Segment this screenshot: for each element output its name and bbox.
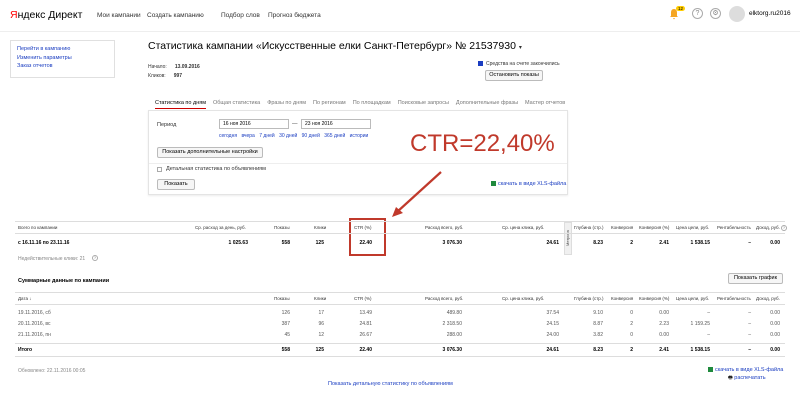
sort-by-spend[interactable]: Расход всего, руб. (425, 296, 463, 301)
table-cell: 0.00 (659, 310, 669, 316)
table-cell: 2 (630, 347, 633, 353)
table-cell: 8.23 (593, 347, 603, 353)
table-cell: 2 (630, 321, 633, 327)
table-cell: 2.41 (659, 347, 669, 353)
table-cell: 125 (315, 347, 324, 353)
table-cell: – (748, 347, 751, 353)
table-cell: 24.61 (546, 347, 559, 353)
table-cell: 9.10 (593, 310, 603, 316)
table-cell: 24.15 (546, 321, 559, 327)
table-cell: 558 (281, 347, 290, 353)
show-chart-button[interactable]: Показать график (728, 273, 783, 284)
table-cell: 24.00 (546, 332, 559, 338)
sort-arrow-icon: ↓ (29, 296, 32, 301)
row-label: 21.11.2016, пн (18, 332, 51, 338)
sort-by-goal-cost[interactable]: Цена цели, руб. (676, 296, 709, 301)
footer-xls-link[interactable]: скачать в виде XLS-файла (708, 367, 783, 373)
sort-by-conversion[interactable]: Конверсия (611, 296, 633, 301)
row-label: 20.11.2016, вс (18, 321, 51, 327)
table-cell: 1 538.15 (690, 347, 710, 353)
table-cell: – (748, 321, 751, 327)
table-cell: 0 (630, 332, 633, 338)
sort-by-cpc[interactable]: Ср. цена клика, руб. (502, 296, 544, 301)
table-cell: 3 076.30 (442, 347, 462, 353)
table-cell: – (748, 310, 751, 316)
table-cell: – (748, 332, 751, 338)
help-icon[interactable]: ? (781, 225, 787, 231)
table-cell: 0.00 (770, 321, 780, 327)
table-cell: 126 (281, 310, 290, 316)
table-cell: 13.49 (359, 310, 372, 316)
table-cell: 0.00 (770, 347, 780, 353)
sort-by-conversion-pct[interactable]: Конверсия (%) (639, 296, 669, 301)
table-cell: 96 (318, 321, 324, 327)
table-cell: 37.54 (546, 310, 559, 316)
sort-by-clicks[interactable]: Клики (314, 296, 326, 301)
sort-by-income[interactable]: Доход, руб. (756, 296, 780, 301)
printer-icon: 🖶 (728, 375, 733, 381)
table-cell: 12 (318, 332, 324, 338)
table-cell: 489.80 (446, 310, 462, 316)
table-cell: 387 (281, 321, 290, 327)
excel-icon (708, 367, 713, 373)
row-label: 19.11.2016, сб (18, 310, 51, 316)
sort-by-ctr[interactable]: CTR (%) (354, 296, 372, 301)
table-cell: 24.81 (359, 321, 372, 327)
print-link[interactable]: 🖶 распечатать (728, 375, 766, 383)
annotation-arrow-icon (392, 171, 442, 217)
table-cell: – (707, 310, 710, 316)
sort-by-depth[interactable]: Глубина (стр.) (574, 296, 604, 301)
invalid-clicks: Недействительные клики: 21 (18, 256, 86, 262)
updated-timestamp: Обновлено: 22.11.2016 00:05 (18, 368, 86, 374)
table-cell: 45 (284, 332, 290, 338)
table-cell: 2 318.50 (442, 321, 462, 327)
table-cell: 2.23 (659, 321, 669, 327)
sort-by-profitability[interactable]: Рентабельность (717, 296, 751, 301)
row-label: Итого (18, 347, 33, 353)
table-cell: 26.67 (359, 332, 372, 338)
table-cell: 8.87 (593, 321, 603, 327)
sort-by-shows[interactable]: Показы (274, 296, 290, 301)
table-cell: 17 (318, 310, 324, 316)
table-cell: 0.00 (659, 332, 669, 338)
help-icon[interactable]: ? (92, 255, 98, 261)
sort-by-date[interactable]: Дата ↓ (18, 296, 31, 301)
table-cell: 22.40 (359, 347, 372, 353)
ctr-highlight-box (349, 218, 386, 256)
table-cell: 0.00 (770, 332, 780, 338)
table-cell: – (707, 332, 710, 338)
metrica-tag: Метрика (564, 222, 572, 255)
table-bottom-divider (15, 356, 785, 357)
total-divider (15, 343, 785, 344)
table-cell: 0.00 (770, 310, 780, 316)
daily-table-title: Суммарные данные по кампании (18, 278, 110, 284)
table-cell: 1 159.25 (690, 321, 710, 327)
table-cell: 288.00 (446, 332, 462, 338)
detail-stats-link[interactable]: Показать детальную статистику по объявле… (328, 381, 453, 387)
table-cell: 3.82 (593, 332, 603, 338)
table-cell: 0 (630, 310, 633, 316)
